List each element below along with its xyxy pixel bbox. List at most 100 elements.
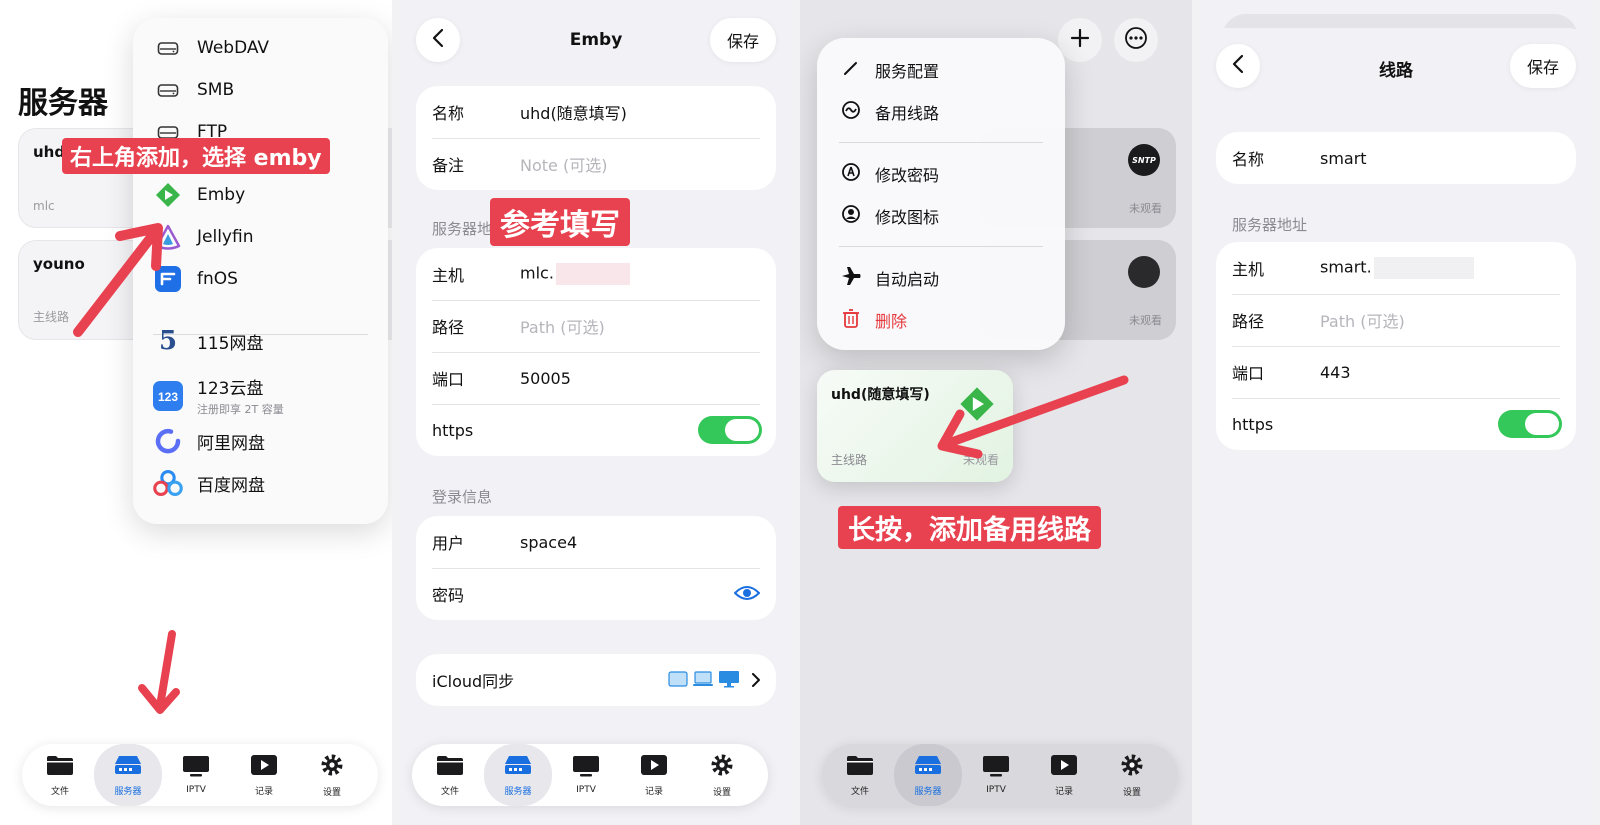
tab-servers[interactable]: 服务器 <box>894 744 962 806</box>
port-field[interactable]: 443 <box>1320 363 1351 382</box>
add-button[interactable] <box>1058 18 1102 62</box>
https-toggle[interactable] <box>1498 410 1562 438</box>
tab-label: 设置 <box>322 787 341 798</box>
icloud-row[interactable]: iCloud同步 <box>416 654 776 706</box>
baidu-icon <box>153 468 183 498</box>
svg-text:123: 123 <box>158 390 178 404</box>
server-route: 主线路 <box>831 453 868 467</box>
user-row[interactable]: 用户 space4 <box>416 516 776 568</box>
user-field[interactable]: space4 <box>520 533 577 552</box>
field-label: 用户 <box>432 534 465 553</box>
tab-label: IPTV <box>986 785 1006 795</box>
device-icons <box>668 670 760 692</box>
host-row[interactable]: 主机 mlc. <box>416 248 776 300</box>
tab-label: 服务器 <box>504 786 532 797</box>
menu-item-delete[interactable]: 删除 <box>841 308 907 332</box>
server-name: uhd(随意填写) <box>831 387 930 403</box>
https-toggle[interactable] <box>698 416 762 444</box>
menu-item-smb[interactable]: SMB <box>153 75 234 105</box>
tab-settings[interactable]: 设置 <box>298 744 366 806</box>
tab-files[interactable]: 文件 <box>26 744 94 806</box>
menu-item-auto-start[interactable]: 自动启动 <box>841 266 939 290</box>
tab-history[interactable]: 记录 <box>230 744 298 806</box>
field-label: https <box>1232 414 1274 434</box>
tv-icon <box>982 755 1010 781</box>
menu-item-service-config[interactable]: 服务配置 <box>841 58 939 82</box>
tab-settings[interactable]: 设置 <box>1098 744 1166 806</box>
name-field[interactable]: smart <box>1320 149 1367 168</box>
menu-item-change-icon[interactable]: 修改图标 <box>841 204 939 228</box>
tab-files[interactable]: 文件 <box>416 744 484 806</box>
port-row[interactable]: 端口 50005 <box>416 352 776 404</box>
context-menu: 服务配置 备用线路 修改密码 修改图标 自动启动 删除 <box>817 38 1065 350</box>
path-field[interactable]: Path (可选) <box>1320 308 1405 332</box>
tab-bar: 文件 服务器 IPTV 记录 设置 <box>822 744 1178 806</box>
tab-history[interactable]: 记录 <box>1030 744 1098 806</box>
plus-icon <box>1070 28 1090 52</box>
annotation-arrow-icon <box>73 223 163 337</box>
https-row: https <box>1216 398 1576 450</box>
tab-label: IPTV <box>576 785 596 795</box>
server-address-group: 主机 mlc. 路径 Path (可选) 端口 50005 https <box>416 248 776 456</box>
host-value: smart. <box>1320 257 1372 277</box>
path-field[interactable]: Path (可选) <box>520 314 605 338</box>
port-field[interactable]: 50005 <box>520 369 571 388</box>
tab-label: 文件 <box>50 786 69 797</box>
tab-settings[interactable]: 设置 <box>688 744 756 806</box>
field-label: https <box>432 420 474 440</box>
tab-label: 设置 <box>712 787 731 798</box>
field-label: 主机 <box>432 266 465 285</box>
play-icon <box>1050 754 1078 780</box>
laptop-icon <box>692 671 714 691</box>
port-row[interactable]: 端口 443 <box>1216 346 1576 398</box>
watch-status: 未观看 <box>1129 202 1162 215</box>
server-icon <box>504 754 532 780</box>
tab-iptv[interactable]: IPTV <box>162 744 230 806</box>
save-button[interactable]: 保存 <box>1510 44 1576 88</box>
tab-files[interactable]: 文件 <box>826 744 894 806</box>
tv-icon <box>572 755 600 781</box>
name-field[interactable]: uhd(随意填写) <box>520 100 627 124</box>
password-row[interactable]: 密码 <box>416 568 776 620</box>
tab-bar: 文件 服务器 IPTV 记录 设置 <box>412 744 768 806</box>
name-row[interactable]: 名称 smart <box>1216 132 1576 184</box>
menu-item-baidu[interactable]: 百度网盘 <box>153 468 265 498</box>
menu-item-change-password[interactable]: 修改密码 <box>841 162 939 186</box>
tab-servers[interactable]: 服务器 <box>484 744 552 806</box>
more-button[interactable] <box>1114 18 1158 62</box>
host-field[interactable]: smart. <box>1320 257 1474 279</box>
menu-item-aliyun[interactable]: 阿里网盘 <box>153 426 265 456</box>
tab-iptv[interactable]: IPTV <box>962 744 1030 806</box>
drive-icon <box>153 33 183 63</box>
menu-divider <box>839 142 1043 143</box>
gear-icon <box>710 753 734 781</box>
note-field[interactable]: Note (可选) <box>520 152 607 176</box>
menu-item-123[interactable]: 123 123云盘 注册即享 2T 容量 <box>153 374 284 417</box>
menu-item-label: 修改图标 <box>875 208 940 227</box>
menu-item-backup-route[interactable]: 备用线路 <box>841 100 939 124</box>
field-label: 备注 <box>432 156 465 175</box>
menu-item-webdav[interactable]: WebDAV <box>153 33 269 63</box>
menu-item-label: 123云盘 <box>197 379 264 399</box>
name-row[interactable]: 名称 uhd(随意填写) <box>416 86 776 138</box>
host-row[interactable]: 主机 smart. <box>1216 242 1576 294</box>
field-label: 端口 <box>432 370 465 389</box>
tab-history[interactable]: 记录 <box>620 744 688 806</box>
tab-servers[interactable]: 服务器 <box>94 744 162 806</box>
tab-bar: 文件 服务器 IPTV 记录 设置 <box>22 744 378 806</box>
path-row[interactable]: 路径 Path (可选) <box>416 300 776 352</box>
tab-label: 设置 <box>1122 787 1141 798</box>
icloud-group[interactable]: iCloud同步 <box>416 654 776 706</box>
menu-item-emby[interactable]: Emby <box>153 180 245 210</box>
basic-info-group: 名称 uhd(随意填写) 备注 Note (可选) <box>416 86 776 190</box>
save-button[interactable]: 保存 <box>710 18 776 62</box>
menu-item-label: Jellyfin <box>197 227 254 247</box>
menu-item-label: 修改密码 <box>875 166 940 185</box>
note-row[interactable]: 备注 Note (可选) <box>416 138 776 190</box>
path-row[interactable]: 路径 Path (可选) <box>1216 294 1576 346</box>
menu-item-label: 115网盘 <box>197 333 264 354</box>
tab-label: 文件 <box>440 786 459 797</box>
host-field[interactable]: mlc. <box>520 263 630 285</box>
tab-iptv[interactable]: IPTV <box>552 744 620 806</box>
eye-icon[interactable] <box>733 583 761 607</box>
